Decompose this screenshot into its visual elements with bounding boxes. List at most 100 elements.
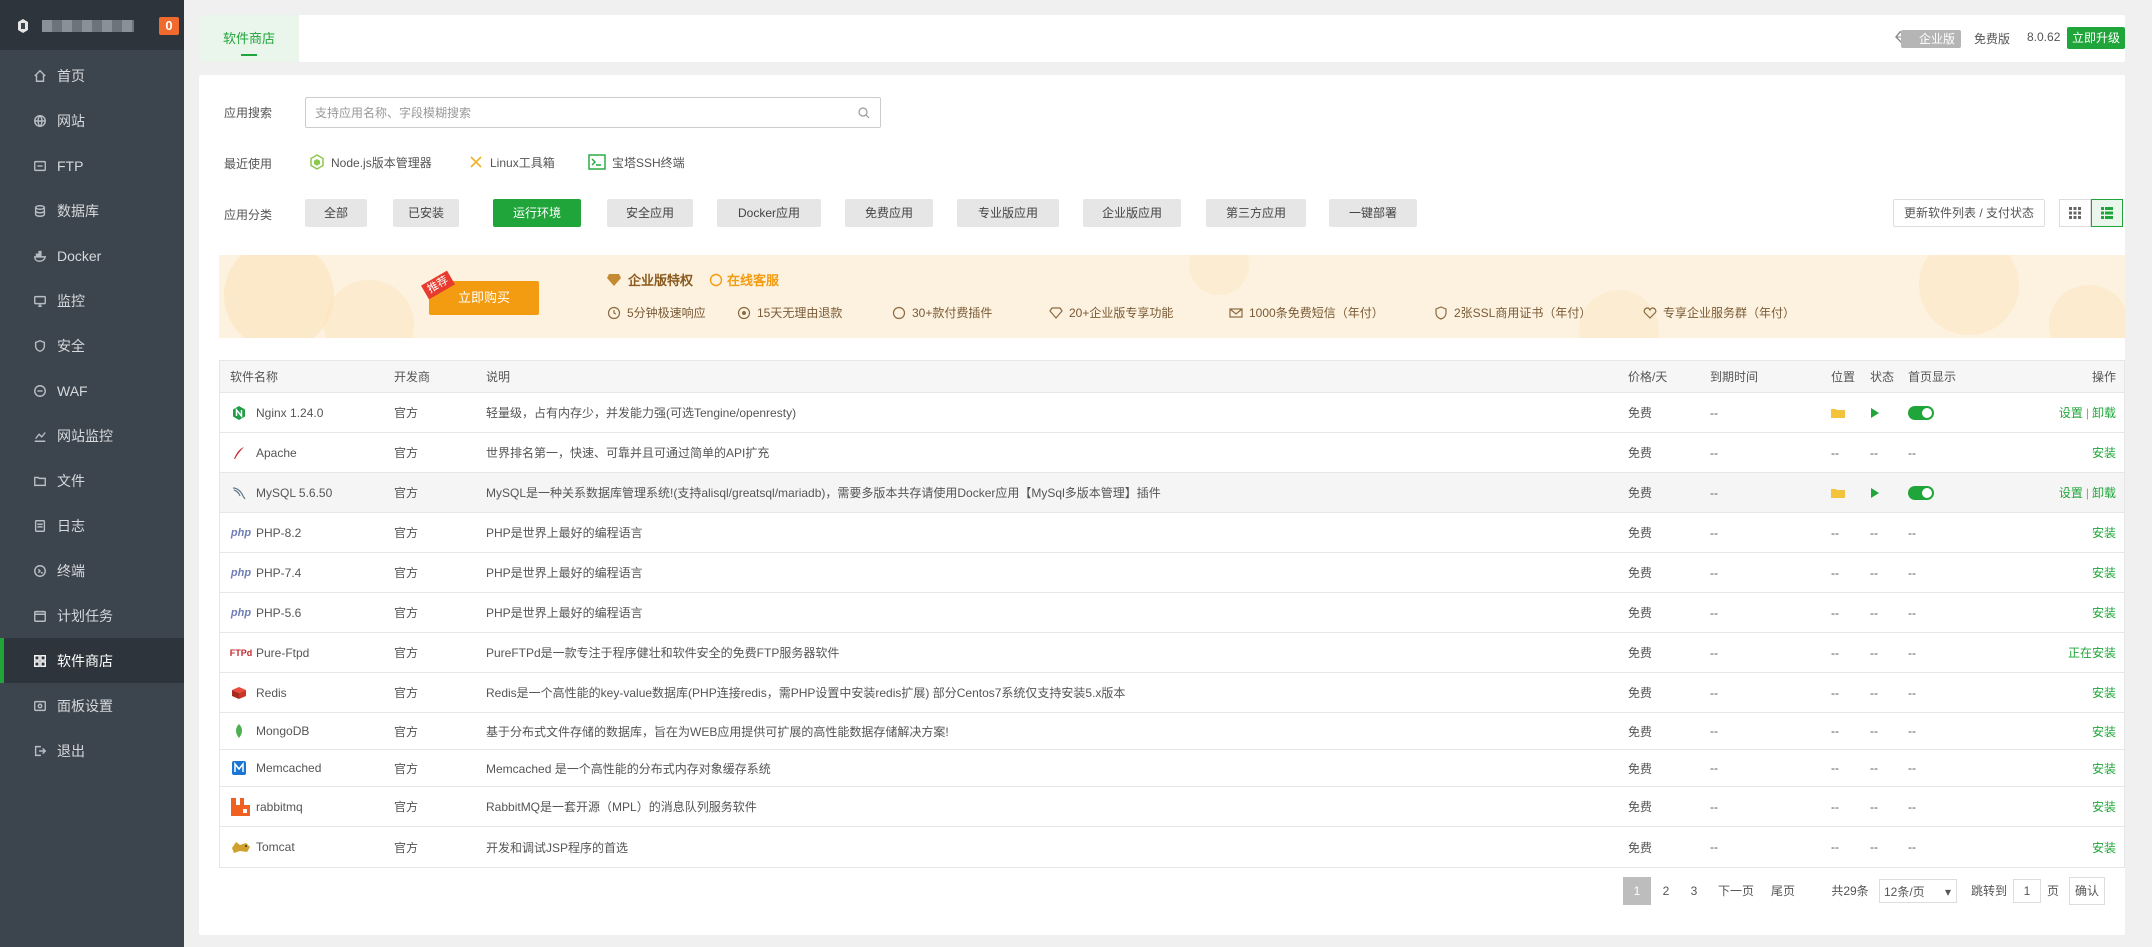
notify-badge[interactable]: 0: [159, 17, 179, 35]
uninstall-link[interactable]: 卸载: [2092, 404, 2116, 421]
software-name[interactable]: PHP-7.4: [256, 566, 301, 580]
uninstall-link[interactable]: 卸载: [2092, 484, 2116, 501]
list-view-button[interactable]: [2091, 199, 2123, 227]
software-name[interactable]: Memcached: [256, 761, 321, 775]
table-row: FTPd Pure-Ftpd 官方 PureFTPd是一款专注于程序健壮和软件安全…: [220, 633, 2124, 673]
software-description: PHP是世界上最好的编程语言: [486, 526, 643, 540]
apache-feather-icon: [230, 444, 248, 462]
install-link[interactable]: 安装: [2092, 564, 2116, 581]
folder-icon[interactable]: [1831, 407, 1845, 419]
install-link[interactable]: 安装: [2092, 723, 2116, 740]
enterprise-privilege-title: 企业版特权: [606, 270, 693, 289]
install-link[interactable]: 安装: [2092, 798, 2116, 815]
software-name[interactable]: PHP-8.2: [256, 526, 301, 540]
software-name[interactable]: rabbitmq: [256, 800, 303, 814]
software-name[interactable]: PHP-5.6: [256, 606, 301, 620]
separator: |: [2085, 485, 2089, 500]
chart-icon: [32, 428, 48, 444]
sidebar-item-ftp[interactable]: FTP: [0, 143, 184, 188]
category-installed[interactable]: 已安装: [393, 199, 459, 227]
table-row: MySQL 5.6.50 官方 MySQL是一种关系数据库管理系统!(支持ali…: [220, 473, 2124, 513]
sidebar-item-logs[interactable]: 日志: [0, 503, 184, 548]
sidebar-item-cron[interactable]: 计划任务: [0, 593, 184, 638]
sidebar-item-website[interactable]: 网站: [0, 98, 184, 143]
software-name[interactable]: Redis: [256, 686, 287, 700]
feature-refund: 15天无理由退款: [737, 304, 842, 321]
enterprise-badge[interactable]: 企业版: [1895, 29, 1962, 49]
separator: |: [2085, 405, 2089, 420]
per-page-select[interactable]: 12条/页 ▾: [1879, 879, 1957, 903]
settings-link[interactable]: 设置: [2059, 484, 2083, 501]
sidebar-item-monitor[interactable]: 监控: [0, 278, 184, 323]
sidebar-item-waf[interactable]: WAF: [0, 368, 184, 413]
install-link[interactable]: 安装: [2092, 604, 2116, 621]
jump-page-input[interactable]: 1: [2013, 879, 2041, 903]
sidebar-item-terminal[interactable]: 终端: [0, 548, 184, 593]
col-price[interactable]: 价格/天: [1628, 361, 1667, 392]
page-1[interactable]: 1: [1623, 877, 1651, 905]
jump-confirm-button[interactable]: 确认: [2069, 877, 2105, 905]
software-name[interactable]: Pure-Ftpd: [256, 646, 309, 660]
sidebar-item-docker[interactable]: Docker: [0, 233, 184, 278]
feature-sms: 1000条免费短信（年付）: [1229, 304, 1384, 321]
grid-icon: [2069, 207, 2081, 219]
category-runtime[interactable]: 运行环境: [493, 199, 581, 227]
tab-app-store[interactable]: 软件商店: [199, 15, 299, 62]
settings-icon: [32, 698, 48, 714]
install-link[interactable]: 安装: [2092, 524, 2116, 541]
search-icon[interactable]: [858, 107, 870, 119]
page-3[interactable]: 3: [1681, 877, 1707, 905]
software-name[interactable]: Nginx 1.24.0: [256, 406, 323, 420]
sidebar-item-logout[interactable]: 退出: [0, 728, 184, 773]
next-page[interactable]: 下一页: [1711, 877, 1761, 905]
home-display-toggle[interactable]: [1908, 405, 1934, 420]
search-input[interactable]: [306, 98, 880, 127]
table-row: Nginx 1.24.0 官方 轻量级，占有内存少，并发能力强(可选Tengin…: [220, 393, 2124, 433]
sidebar-item-files[interactable]: 文件: [0, 458, 184, 503]
running-play-icon[interactable]: [1870, 407, 1880, 419]
software-description: PHP是世界上最好的编程语言: [486, 606, 643, 620]
software-name[interactable]: MongoDB: [256, 724, 309, 738]
running-play-icon[interactable]: [1870, 487, 1880, 499]
sidebar-item-security[interactable]: 安全: [0, 323, 184, 368]
category-all[interactable]: 全部: [305, 199, 367, 227]
refresh-list-button[interactable]: 更新软件列表 / 支付状态: [1893, 199, 2045, 227]
category-free[interactable]: 免费应用: [845, 199, 933, 227]
upgrade-button[interactable]: 立即升级: [2067, 27, 2125, 49]
online-service-link[interactable]: 在线客服: [709, 270, 779, 289]
recent-item-linux-tools[interactable]: Linux工具箱: [468, 152, 555, 172]
settings-link[interactable]: 设置: [2059, 404, 2083, 421]
software-location: --: [1831, 685, 1839, 700]
page-2[interactable]: 2: [1653, 877, 1679, 905]
software-name[interactable]: MySQL 5.6.50: [256, 486, 332, 500]
install-link[interactable]: 安装: [2092, 839, 2116, 856]
sidebar-item-site-monitor[interactable]: 网站监控: [0, 413, 184, 458]
category-one-click-deploy[interactable]: 一键部署: [1329, 199, 1417, 227]
category-docker[interactable]: Docker应用: [717, 199, 821, 227]
category-security[interactable]: 安全应用: [607, 199, 693, 227]
feature-ssl: 2张SSL商用证书（年付）: [1434, 304, 1591, 321]
category-third-party[interactable]: 第三方应用: [1206, 199, 1306, 227]
sidebar-item-home[interactable]: 首页: [0, 53, 184, 98]
install-link[interactable]: 安装: [2092, 760, 2116, 777]
software-name[interactable]: Tomcat: [256, 840, 295, 854]
last-page[interactable]: 尾页: [1765, 877, 1801, 905]
folder-icon[interactable]: [1831, 487, 1845, 499]
sidebar-item-label: 面板设置: [57, 697, 113, 714]
software-name[interactable]: Apache: [256, 446, 297, 460]
installing-link[interactable]: 正在安装: [2068, 644, 2116, 661]
sidebar-item-settings[interactable]: 面板设置: [0, 683, 184, 728]
recent-item-ssh-terminal[interactable]: 宝塔SSH终端: [588, 152, 685, 172]
sidebar-item-database[interactable]: 数据库: [0, 188, 184, 233]
install-link[interactable]: 安装: [2092, 444, 2116, 461]
category-enterprise[interactable]: 企业版应用: [1083, 199, 1181, 227]
sidebar-item-app-store[interactable]: 软件商店: [0, 638, 184, 683]
sidebar-item-label: 终端: [57, 562, 85, 579]
recent-item-nodejs[interactable]: Node.js版本管理器: [309, 152, 432, 172]
category-pro[interactable]: 专业版应用: [957, 199, 1059, 227]
install-link[interactable]: 安装: [2092, 684, 2116, 701]
home-display-toggle[interactable]: [1908, 485, 1934, 500]
software-status: --: [1870, 799, 1878, 814]
grid-view-button[interactable]: [2059, 199, 2091, 227]
software-developer: 官方: [394, 566, 419, 580]
